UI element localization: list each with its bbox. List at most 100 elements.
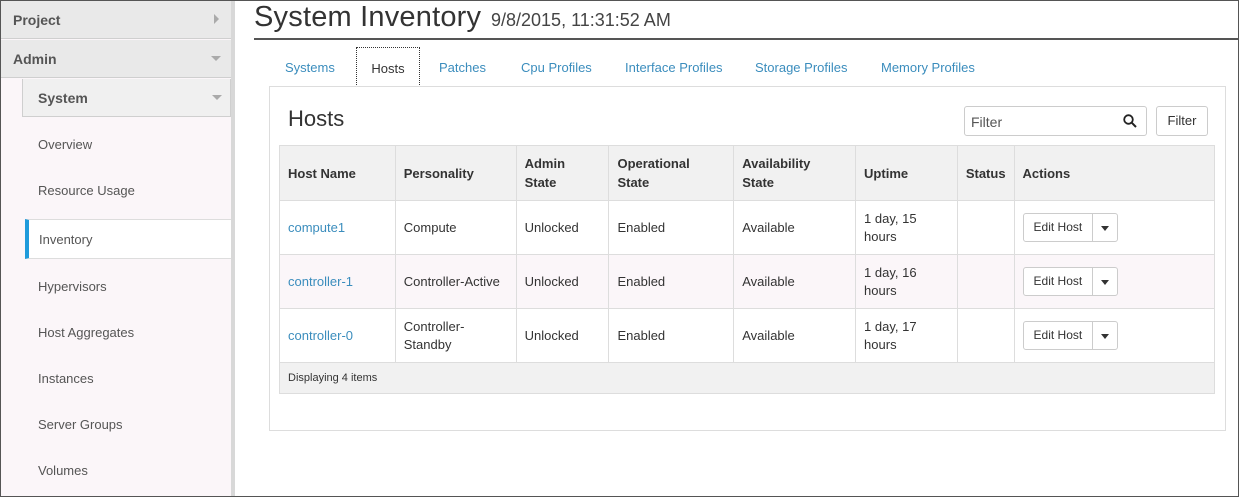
sidebar-divider[interactable] — [231, 1, 235, 496]
column-header-label: Host Name — [288, 165, 356, 181]
edit-host-button[interactable]: Edit Host — [1024, 214, 1094, 241]
table-footer-count: Displaying 4 items — [279, 362, 1215, 394]
cell-admin-state: Unlocked — [515, 200, 610, 255]
column-header-actions: Actions — [1013, 145, 1216, 201]
page-title: System Inventory — [254, 1, 482, 33]
cell-status — [956, 254, 1015, 309]
sidebar-item-label: Server Groups — [38, 417, 123, 432]
sidebar-item-label: Inventory — [39, 232, 93, 247]
column-header-label: State — [742, 175, 775, 190]
panel-title: Hosts — [288, 106, 345, 131]
column-header-status[interactable]: Status — [956, 145, 1015, 201]
tab-memory-profiles[interactable]: Memory Profiles — [881, 47, 975, 85]
sidebar-item-instances[interactable]: Instances — [25, 359, 231, 399]
header-divider — [254, 38, 1238, 40]
cell-operational-state: Enabled — [608, 200, 735, 255]
tab-storage-profiles[interactable]: Storage Profiles — [755, 47, 848, 85]
column-header-label: Actions — [1022, 165, 1071, 181]
sidebar-item-host-aggregates[interactable]: Host Aggregates — [25, 313, 231, 353]
column-header-label: Operational — [617, 156, 690, 171]
sidebar-item-label: Instances — [38, 371, 94, 386]
sidebar-item-volumes[interactable]: Volumes — [25, 451, 231, 491]
column-header-availability-state[interactable]: Availability State — [733, 145, 857, 201]
host-link[interactable]: controller-0 — [288, 328, 353, 343]
sidebar-item-resource-usage[interactable]: Resource Usage — [25, 171, 231, 211]
cell-personality: Compute — [394, 200, 517, 255]
cell-uptime: 1 day, 16 hours — [855, 254, 958, 309]
row-actions-dropdown-toggle[interactable] — [1093, 322, 1117, 349]
personality-text: Compute — [403, 219, 457, 235]
column-header-label: Admin — [524, 156, 566, 171]
column-header-uptime[interactable]: Uptime — [855, 145, 958, 201]
uptime-text: 1 day, 15 — [864, 210, 917, 226]
tab-systems[interactable]: Systems — [285, 47, 335, 85]
tab-hosts[interactable]: Hosts — [356, 47, 420, 85]
sidebar-section-label: Project — [13, 12, 61, 28]
row-actions-group: Edit Host — [1022, 321, 1119, 350]
sidebar-item-label: Overview — [38, 137, 93, 152]
sidebar-item-label: Resource Usage — [38, 183, 135, 198]
column-header-personality[interactable]: Personality — [394, 145, 517, 201]
uptime-text: 1 day, 16 — [864, 264, 917, 280]
cell-status — [956, 308, 1015, 363]
uptime-text: 1 day, 17 — [864, 318, 917, 334]
tab-cpu-profiles[interactable]: Cpu Profiles — [521, 47, 592, 85]
edit-host-button[interactable]: Edit Host — [1024, 268, 1094, 295]
sidebar-item-hypervisors[interactable]: Hypervisors — [25, 267, 231, 307]
sidebar-section-project[interactable]: Project — [1, 1, 231, 39]
uptime-text: hours — [864, 282, 897, 298]
cell-actions: Edit Host — [1013, 254, 1216, 309]
table-row: compute1 Compute Unlocked Enabled Availa… — [279, 200, 1216, 255]
cell-personality: Controller- Standby — [394, 308, 517, 363]
column-header-label: Personality — [403, 165, 474, 181]
cell-host-name: compute1 — [279, 200, 396, 255]
tab-patches[interactable]: Patches — [439, 47, 486, 85]
column-header-admin-state[interactable]: Admin State — [515, 145, 610, 201]
cell-personality: Controller-Active — [394, 254, 517, 309]
column-header-label: Uptime — [864, 165, 909, 181]
column-header-host-name[interactable]: Host Name — [279, 145, 396, 201]
table-row: controller-0 Controller- Standby Unlocked… — [279, 308, 1216, 363]
host-link[interactable]: controller-1 — [288, 274, 353, 289]
sidebar-item-inventory[interactable]: Inventory — [25, 219, 231, 259]
filter-input[interactable] — [971, 112, 1116, 132]
cell-host-name: controller-0 — [279, 308, 396, 363]
column-header-label: Availability — [742, 156, 811, 171]
table-footer-row: Displaying 4 items — [279, 362, 1215, 394]
cell-uptime: 1 day, 17 hours — [855, 308, 958, 363]
column-header-operational-state[interactable]: Operational State — [608, 145, 735, 201]
table-header-row: Host Name Personality Admin State Operati… — [279, 145, 1216, 201]
cell-operational-state: Enabled — [608, 308, 735, 363]
row-actions-dropdown-toggle[interactable] — [1093, 214, 1117, 241]
sidebar-item-server-groups[interactable]: Server Groups — [25, 405, 231, 445]
cell-uptime: 1 day, 15 hours — [855, 200, 958, 255]
filter-field[interactable] — [964, 106, 1147, 136]
row-actions-dropdown-toggle[interactable] — [1093, 268, 1117, 295]
filter-button[interactable]: Filter — [1156, 106, 1208, 136]
sidebar-item-overview[interactable]: Overview — [25, 125, 231, 165]
column-header-label: State — [524, 175, 557, 190]
sidebar-subsection-label: System — [38, 90, 88, 106]
sidebar-subsection-system[interactable]: System — [22, 79, 231, 117]
sidebar-section-admin[interactable]: Admin — [1, 40, 231, 78]
cell-actions: Edit Host — [1013, 200, 1216, 255]
cell-admin-state: Unlocked — [515, 308, 610, 363]
personality-text: Controller- — [403, 318, 465, 334]
tab-interface-profiles[interactable]: Interface Profiles — [625, 47, 723, 85]
cell-availability-state: Available — [733, 308, 857, 363]
sidebar-item-label: Host Aggregates — [38, 325, 135, 340]
sidebar-item-label: Hypervisors — [38, 279, 107, 294]
cell-operational-state: Enabled — [608, 254, 735, 309]
page-timestamp: 9/8/2015, 11:31:52 AM — [491, 10, 671, 30]
cell-availability-state: Available — [733, 200, 857, 255]
sidebar-section-label: Admin — [13, 51, 57, 67]
search-icon[interactable] — [1123, 114, 1137, 128]
cell-availability-state: Available — [733, 254, 857, 309]
cell-admin-state: Unlocked — [515, 254, 610, 309]
column-header-label: Status — [965, 165, 1006, 181]
edit-host-button[interactable]: Edit Host — [1024, 322, 1094, 349]
host-link[interactable]: compute1 — [288, 220, 345, 235]
caret-down-icon — [1101, 280, 1110, 285]
caret-down-icon — [211, 56, 221, 61]
sidebar: Project Admin System Overview Resource U… — [1, 1, 231, 496]
